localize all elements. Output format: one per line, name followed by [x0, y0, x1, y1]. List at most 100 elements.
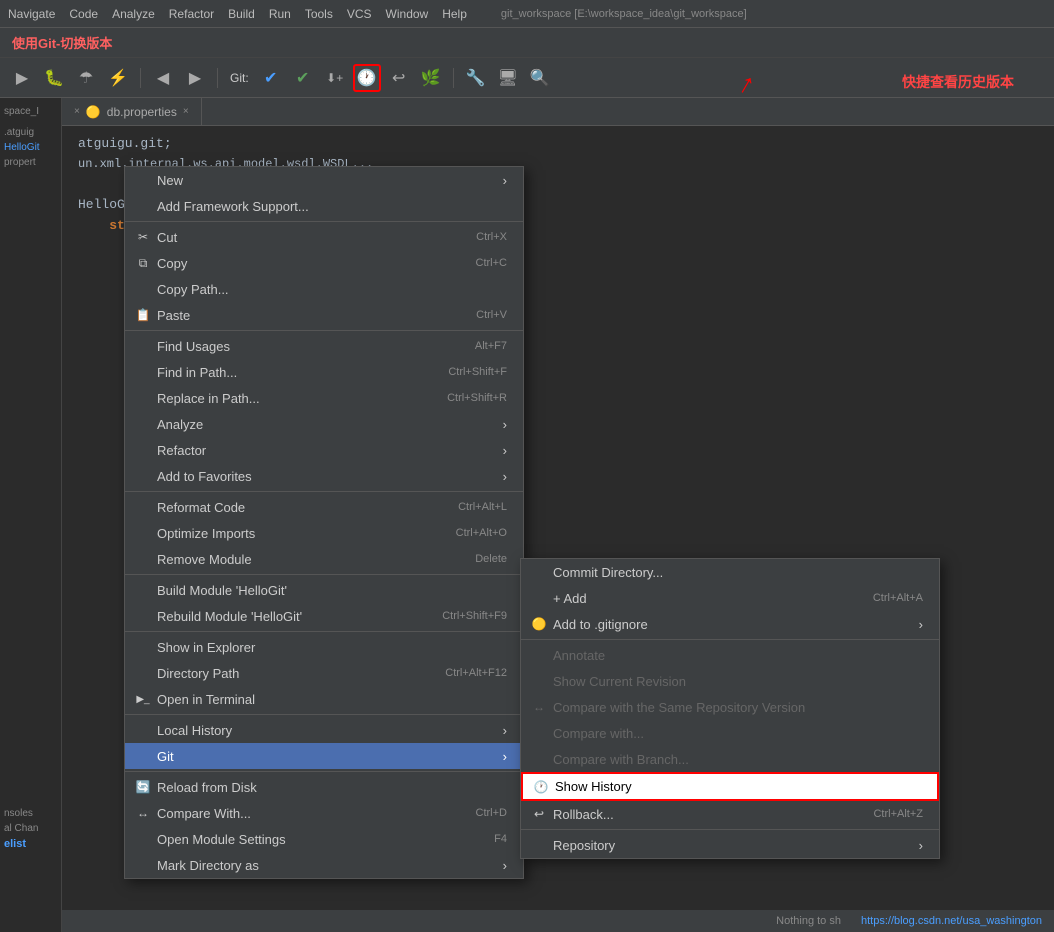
menu-git-label: Git	[157, 749, 174, 764]
profile-btn[interactable]: ⚡	[104, 64, 132, 92]
git-update-btn[interactable]: ⬇+	[321, 64, 349, 92]
menu-compare-label: Compare With...	[157, 806, 251, 821]
menu-reload-label: Reload from Disk	[157, 780, 257, 795]
tab-close2[interactable]: ×	[183, 106, 189, 117]
reformat-shortcut: Ctrl+Alt+L	[458, 501, 507, 513]
back-btn[interactable]: ◀	[149, 64, 177, 92]
menu-new-label: New	[157, 173, 183, 188]
menu-copy-path[interactable]: Copy Path...	[125, 276, 523, 302]
paste-shortcut: Ctrl+V	[476, 309, 507, 321]
favorites-arrow-icon: ›	[503, 469, 507, 484]
menu-paste[interactable]: 📋 Paste Ctrl+V	[125, 302, 523, 328]
menu-build-module[interactable]: Build Module 'HelloGit'	[125, 577, 523, 603]
menu-show-explorer-label: Show in Explorer	[157, 640, 255, 655]
menu-directory-path[interactable]: Directory Path Ctrl+Alt+F12	[125, 660, 523, 686]
menu-copy-label: Copy	[157, 256, 187, 271]
sep-4	[125, 574, 523, 575]
menu-bar: Navigate Code Analyze Refactor Build Run…	[0, 0, 1054, 28]
menu-run[interactable]: Run	[269, 7, 291, 21]
menu-rollback[interactable]: ↩ Rollback... Ctrl+Alt+Z	[521, 801, 939, 827]
tab-close[interactable]: ×	[74, 106, 80, 117]
menu-reload-from-disk[interactable]: 🔄 Reload from Disk	[125, 774, 523, 800]
coverage-btn[interactable]: ☂	[72, 64, 100, 92]
menu-refactor[interactable]: Refactor ›	[125, 437, 523, 463]
toolbar: ▶ 🐛 ☂ ⚡ ◀ ▶ Git: ✔ ✔ ⬇+ 🕐 ↩ 🌿 🔧 🖥 🔍	[0, 58, 1054, 98]
menu-new[interactable]: New ›	[125, 167, 523, 193]
menu-mark-directory[interactable]: Mark Directory as ›	[125, 852, 523, 878]
annotation-text: 使用Git-切换版本	[12, 33, 112, 52]
menu-compare-with[interactable]: ↔ Compare With... Ctrl+D	[125, 800, 523, 826]
menu-find-in-path[interactable]: Find in Path... Ctrl+Shift+F	[125, 359, 523, 385]
status-url: https://blog.csdn.net/usa_washington	[861, 915, 1042, 927]
terminal-btn[interactable]: 🖥	[494, 64, 522, 92]
elist-label: elist	[0, 836, 61, 852]
rollback-shortcut: Ctrl+Alt+Z	[873, 808, 923, 820]
gitignore-icon: 🟡	[529, 617, 549, 631]
side-annotation-text: 快捷查看历史版本	[902, 72, 1014, 92]
menu-analyze[interactable]: Analyze ›	[125, 411, 523, 437]
menu-help[interactable]: Help	[442, 7, 467, 21]
sidebar-package-label: .atguig	[0, 125, 61, 140]
git-check2-btn[interactable]: ✔	[289, 64, 317, 92]
menu-add-gitignore[interactable]: 🟡 Add to .gitignore ›	[521, 611, 939, 637]
menu-copy[interactable]: ⧉ Copy Ctrl+C	[125, 250, 523, 276]
menu-find-in-path-label: Find in Path...	[157, 365, 237, 380]
git-arrow-icon: ›	[503, 749, 507, 764]
menu-show-in-explorer[interactable]: Show in Explorer	[125, 634, 523, 660]
menu-navigate[interactable]: Navigate	[8, 7, 55, 21]
local-history-arrow-icon: ›	[503, 723, 507, 738]
menu-open-terminal[interactable]: ▶_ Open in Terminal	[125, 686, 523, 712]
menu-open-module-settings[interactable]: Open Module Settings F4	[125, 826, 523, 852]
window-title: git_workspace [E:\workspace_idea\git_wor…	[501, 8, 747, 20]
menu-compare-with-branch: Compare with Branch...	[521, 746, 939, 772]
show-history-toolbar-btn[interactable]: 🕐	[353, 64, 381, 92]
run-btn[interactable]: ▶	[8, 64, 36, 92]
menu-analyze[interactable]: Analyze	[112, 7, 155, 21]
menu-rebuild-module[interactable]: Rebuild Module 'HelloGit' Ctrl+Shift+F9	[125, 603, 523, 629]
menu-show-history[interactable]: 🕐 Show History	[521, 772, 939, 801]
menu-add[interactable]: + Add Ctrl+Alt+A	[521, 585, 939, 611]
menu-reformat[interactable]: Reformat Code Ctrl+Alt+L	[125, 494, 523, 520]
menu-replace-in-path[interactable]: Replace in Path... Ctrl+Shift+R	[125, 385, 523, 411]
compare-shortcut: Ctrl+D	[476, 807, 507, 819]
menu-vcs[interactable]: VCS	[347, 7, 372, 21]
git-check1-btn[interactable]: ✔	[257, 64, 285, 92]
search-everywhere-btn[interactable]: 🔍	[526, 64, 554, 92]
menu-refactor[interactable]: Refactor	[169, 7, 214, 21]
menu-commit-directory[interactable]: Commit Directory...	[521, 559, 939, 585]
menu-cut[interactable]: ✂ Cut Ctrl+X	[125, 224, 523, 250]
context-menu-left: New › Add Framework Support... ✂ Cut Ctr…	[124, 166, 524, 879]
menu-add-framework[interactable]: Add Framework Support...	[125, 193, 523, 219]
menu-show-history-label: Show History	[555, 779, 632, 794]
menu-directory-path-label: Directory Path	[157, 666, 239, 681]
git-branch-btn[interactable]: 🌿	[417, 64, 445, 92]
menu-git[interactable]: Git ›	[125, 743, 523, 769]
copy-icon: ⧉	[133, 256, 153, 271]
git-revert-btn[interactable]: ↩	[385, 64, 413, 92]
menu-build[interactable]: Build	[228, 7, 255, 21]
menu-rollback-label: Rollback...	[553, 807, 614, 822]
menu-compare-same-repo: ↔ Compare with the Same Repository Versi…	[521, 694, 939, 720]
menu-tools[interactable]: Tools	[305, 7, 333, 21]
menu-local-history[interactable]: Local History ›	[125, 717, 523, 743]
menu-cut-label: Cut	[157, 230, 177, 245]
new-arrow-icon: ›	[503, 173, 507, 188]
tab-item[interactable]: × 🟡 db.properties ×	[62, 98, 202, 126]
menu-find-usages[interactable]: Find Usages Alt+F7	[125, 333, 523, 359]
menu-window[interactable]: Window	[386, 7, 429, 21]
tasks-btn[interactable]: 🔧	[462, 64, 490, 92]
menu-remove-module[interactable]: Remove Module Delete	[125, 546, 523, 572]
menu-code[interactable]: Code	[69, 7, 98, 21]
menu-mark-directory-label: Mark Directory as	[157, 858, 259, 873]
debug-btn[interactable]: 🐛	[40, 64, 68, 92]
menu-optimize-imports[interactable]: Optimize Imports Ctrl+Alt+O	[125, 520, 523, 546]
sep-6	[125, 714, 523, 715]
add-shortcut: Ctrl+Alt+A	[873, 592, 923, 604]
menu-repository[interactable]: Repository ›	[521, 832, 939, 858]
refactor-arrow-icon: ›	[503, 443, 507, 458]
forward-btn[interactable]: ▶	[181, 64, 209, 92]
menu-compare-same-repo-label: Compare with the Same Repository Version	[553, 700, 805, 715]
compare-repo-icon: ↔	[529, 700, 549, 714]
menu-add-favorites[interactable]: Add to Favorites ›	[125, 463, 523, 489]
tab-bar: × 🟡 db.properties ×	[62, 98, 1054, 126]
